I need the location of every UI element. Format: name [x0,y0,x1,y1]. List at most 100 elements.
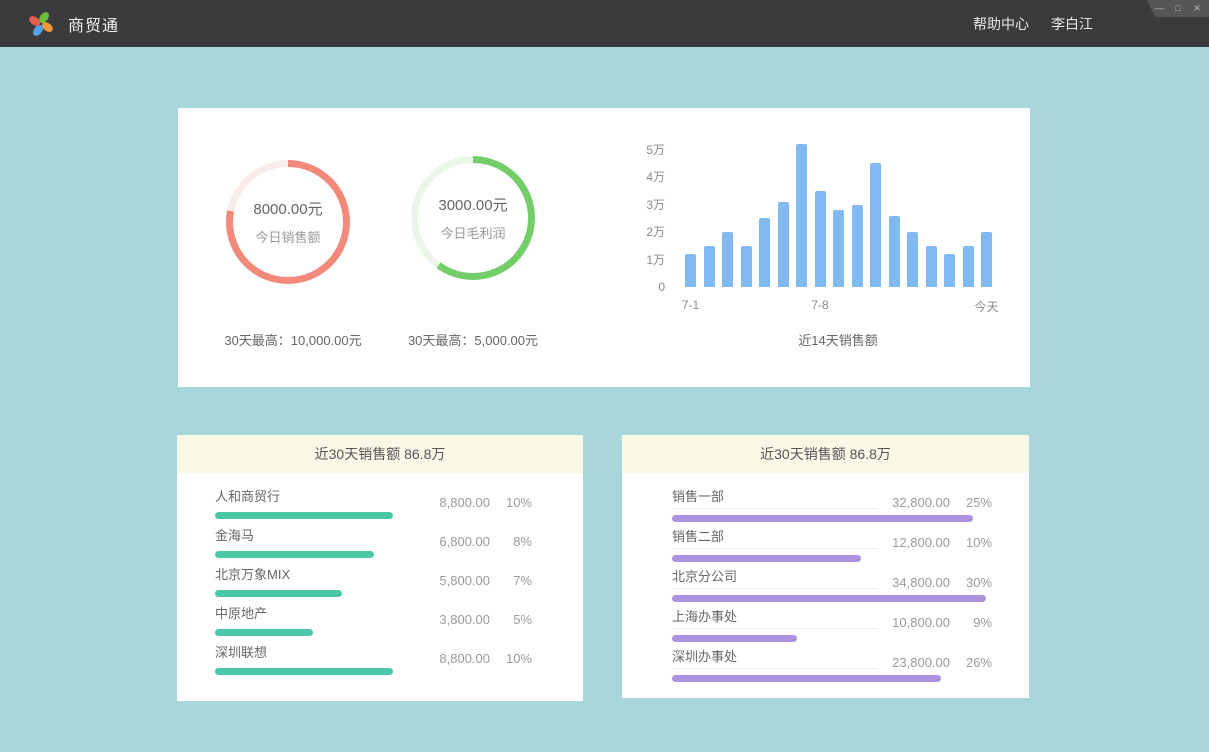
chart-y-tick: 1万 [633,253,665,267]
chart-bar [963,246,974,287]
item-value: 23,800.0026% [882,655,992,670]
department-panel-title: 近30天销售额 86.8万 [622,435,1029,473]
app-title: 商贸通 [68,12,119,36]
today-profit-label: 今日毛利润 [440,223,505,242]
item-value: 8,800.0010% [422,651,532,666]
chart-bar [778,202,789,287]
item-progress-bar [215,668,393,675]
item-value: 8,800.0010% [422,495,532,510]
item-value: 3,800.005% [422,612,532,627]
sales-14day-bar-chart: 5万4万3万2万1万0 7-17-8今天 近14天销售额 [633,138,1008,353]
chart-bar [741,246,752,287]
chart-y-tick: 0 [633,280,665,294]
chart-bar [685,254,696,287]
close-icon[interactable]: ✕ [1192,4,1202,13]
item-amount: 23,800.00 [882,655,950,670]
item-name: 北京分公司 [672,566,737,585]
chart-bar [833,210,844,287]
item-value: 6,800.008% [422,534,532,549]
chart-y-tick: 3万 [633,198,665,212]
customer-sales-panel: 近30天销售额 86.8万 人和商贸行8,800.0010%金海马 6,800.0… [177,435,583,701]
chart-bar [704,246,715,287]
overview-card: 8000.00元 今日销售额 30天最高：10,000.00元 3000.00元… [178,108,1030,387]
chart-y-tick: 2万 [633,225,665,239]
item-percent: 9% [950,615,992,630]
titlebar: 商贸通 帮助中心 李白江 — □ ✕ [0,0,1209,47]
chart-bar [870,163,881,287]
item-amount: 32,800.00 [882,495,950,510]
item-value: 5,800.007% [422,573,532,588]
list-item: 销售二部 12,800.0010% [672,526,992,566]
list-item: 上海办事处 10,800.009% [672,606,992,646]
item-name: 北京万象MIX [215,564,290,583]
list-item: 中原地产 3,800.005% [215,603,532,642]
item-percent: 5% [490,612,532,627]
today-sales-donut: 8000.00元 今日销售额 [226,160,350,284]
item-progress-bar [215,629,313,636]
chart-bar [944,254,955,287]
customer-panel-title: 近30天销售额 86.8万 [177,435,583,473]
today-sales-donut-center: 8000.00元 今日销售额 [233,167,343,277]
item-name: 上海办事处 [672,606,737,625]
item-value: 34,800.0030% [882,575,992,590]
list-item: 销售一部32,800.0025% [672,486,992,526]
chart-bars [685,144,992,287]
chart-bar [981,232,992,287]
today-profit-30day-max: 30天最高：5,000.00元 [388,330,558,349]
item-amount: 12,800.00 [882,535,950,550]
item-value: 12,800.0010% [882,535,992,550]
maximize-icon[interactable]: □ [1173,4,1183,13]
item-amount: 5,800.00 [422,573,490,588]
item-progress-bar [672,595,986,602]
chart-x-tick: 7-1 [656,298,726,312]
item-progress-bar [672,635,797,642]
item-amount: 6,800.00 [422,534,490,549]
chart-bar [815,191,826,287]
list-item: 金海马 6,800.008% [215,525,532,564]
dashboard: 8000.00元 今日销售额 30天最高：10,000.00元 3000.00元… [0,47,1209,752]
item-name: 中原地产 [215,603,267,622]
titlebar-menu: 帮助中心 李白江 [973,0,1093,47]
department-list: 销售一部32,800.0025%销售二部12,800.0010%北京分公司34,… [622,473,1029,686]
today-sales-value: 8000.00元 [253,198,322,219]
item-percent: 26% [950,655,992,670]
chart-bar [722,232,733,287]
today-profit-donut-center: 3000.00元 今日毛利润 [418,163,528,273]
chart-x-tick: 今天 [952,298,1022,315]
item-name: 销售一部 [672,486,724,505]
customer-list: 人和商贸行8,800.0010%金海马 6,800.008% 北京万象MIX 5,80… [177,473,583,681]
item-name: 深圳办事处 [672,646,737,665]
chart-bar [759,218,770,287]
app-logo-icon [27,10,55,38]
item-amount: 3,800.00 [422,612,490,627]
today-profit-value: 3000.00元 [438,194,507,215]
chart-bar [907,232,918,287]
department-sales-panel: 近30天销售额 86.8万 销售一部32,800.0025%销售二部12,800… [622,435,1029,698]
item-name: 金海马 [215,525,254,544]
item-name: 深圳联想 [215,642,267,661]
item-progress-bar [672,515,973,522]
user-menu[interactable]: 李白江 [1051,14,1093,34]
chart-title: 近14天销售额 [798,330,877,349]
chart-y-tick: 5万 [633,143,665,157]
item-percent: 10% [490,651,532,666]
chart-bar [926,246,937,287]
list-item: 北京分公司 34,800.0030% [672,566,992,606]
chart-bar [852,205,863,288]
today-profit-donut: 3000.00元 今日毛利润 [411,156,535,280]
today-sales-30day-max: 30天最高：10,000.00元 [208,330,378,349]
item-amount: 34,800.00 [882,575,950,590]
item-progress-bar [672,555,861,562]
item-percent: 7% [490,573,532,588]
list-item: 北京万象MIX 5,800.007% [215,564,532,603]
help-center-link[interactable]: 帮助中心 [973,14,1029,34]
item-name: 销售二部 [672,526,724,545]
list-item: 人和商贸行8,800.0010% [215,486,532,525]
list-item: 深圳办事处 23,800.0026% [672,646,992,686]
item-percent: 8% [490,534,532,549]
item-progress-bar [672,675,941,682]
item-progress-bar [215,590,342,597]
item-value: 10,800.009% [882,615,992,630]
chart-x-tick: 7-8 [785,298,855,312]
minimize-icon[interactable]: — [1154,4,1164,13]
